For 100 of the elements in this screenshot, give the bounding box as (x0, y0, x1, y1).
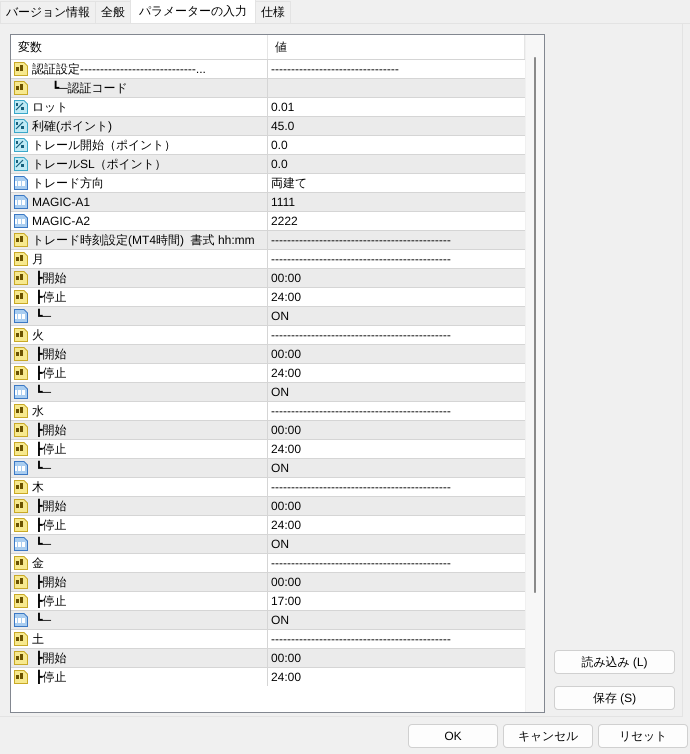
page-icon (13, 289, 29, 305)
parameter-value[interactable]: 00:00 (268, 649, 525, 667)
page-icon (13, 517, 29, 533)
parameter-name: MAGIC-A1 (32, 194, 90, 211)
tab[interactable]: バージョン情報 (0, 1, 96, 23)
parameter-value[interactable]: --------------------------------------------- (268, 630, 525, 648)
parameter-value[interactable]: 0.0 (268, 155, 525, 173)
parameter-name: ┗─ (34, 460, 52, 477)
parameter-name: MAGIC-A2 (32, 213, 90, 230)
parameter-value[interactable]: 2222 (268, 212, 525, 230)
parameter-name: トレード時刻設定(MT4時間) 書式 hh:mm (32, 232, 255, 249)
tab[interactable]: 仕様 (255, 1, 291, 23)
page-icon (13, 498, 29, 514)
page-icon (13, 251, 29, 267)
parameter-name: 火 (32, 327, 44, 344)
page-icon (13, 422, 29, 438)
parameter-value[interactable]: 24:00 (268, 668, 525, 686)
page-icon (13, 346, 29, 362)
parameter-value[interactable]: 24:00 (268, 516, 525, 534)
tab[interactable]: パラメーターの入力 (130, 0, 256, 23)
parameter-value[interactable]: ON (268, 611, 525, 629)
parameter-name: 金 (32, 555, 44, 572)
parameter-value[interactable]: 24:00 (268, 364, 525, 382)
parameter-name: ロット (32, 99, 68, 116)
parameter-name: トレールSL（ポイント） (32, 156, 167, 173)
page-icon (13, 365, 29, 381)
parameter-name: ┗─認証コード (51, 80, 128, 97)
page-icon (13, 593, 29, 609)
parameter-name: ┗─ (34, 612, 52, 629)
page-icon (13, 232, 29, 248)
page-icon (13, 80, 29, 96)
parameter-name: ┣停止 (34, 668, 67, 686)
page-icon (13, 403, 29, 419)
page-icon (13, 308, 29, 324)
parameter-value[interactable]: ON (268, 383, 525, 401)
parameter-name: ┣停止 (34, 288, 67, 306)
dialog-button[interactable]: 読み込み (L) (554, 650, 675, 674)
page-icon (13, 650, 29, 666)
parameter-value[interactable]: 0.0 (268, 136, 525, 154)
parameter-value[interactable]: 00:00 (268, 421, 525, 439)
parameter-value[interactable]: 24:00 (268, 440, 525, 458)
parameter-name: 木 (32, 479, 44, 496)
parameter-value[interactable]: 17:00 (268, 592, 525, 610)
parameter-name: ┗─ (34, 536, 52, 553)
parameter-value[interactable]: 00:00 (268, 269, 525, 287)
page-icon (13, 612, 29, 628)
parameter-name: ┣開始 (34, 650, 67, 667)
parameter-name: ┣停止 (34, 440, 67, 458)
parameter-value[interactable]: 0.01 (268, 98, 525, 116)
parameter-value[interactable]: ON (268, 307, 525, 325)
page-icon (13, 555, 29, 571)
page-icon (13, 118, 29, 134)
parameter-value[interactable]: --------------------------------------------- (268, 250, 525, 268)
page-icon (13, 61, 29, 77)
page-icon (13, 536, 29, 552)
page-icon (13, 441, 29, 457)
parameter-value[interactable]: --------------------------------------------- (268, 554, 525, 572)
parameter-name: ┣停止 (34, 516, 67, 534)
parameter-name: ┣開始 (34, 346, 67, 363)
parameter-name: 水 (32, 403, 44, 420)
parameter-value[interactable]: 00:00 (268, 345, 525, 363)
parameter-value[interactable]: -------------------------------- (268, 60, 525, 78)
scrollbar[interactable] (525, 35, 544, 712)
page-icon (13, 384, 29, 400)
parameter-value[interactable]: ON (268, 535, 525, 553)
page-icon (13, 631, 29, 647)
parameter-value[interactable]: 00:00 (268, 573, 525, 591)
parameter-value[interactable]: --------------------------------------------- (268, 231, 525, 249)
page-icon (13, 574, 29, 590)
parameter-value[interactable]: 24:00 (268, 288, 525, 306)
parameter-name: ┗─ (34, 384, 52, 401)
page-icon (13, 479, 29, 495)
parameter-value[interactable]: ON (268, 459, 525, 477)
parameter-name: ┣開始 (34, 270, 67, 287)
dialog-button[interactable]: キャンセル (503, 724, 593, 748)
parameter-name: 土 (32, 631, 44, 648)
page-icon (13, 669, 29, 685)
parameter-name: 認証設定-----------------------------... (32, 61, 206, 78)
parameter-name: 利確(ポイント) (32, 118, 112, 135)
parameter-name: ┣開始 (34, 498, 67, 515)
parameter-name: ┗─ (34, 308, 52, 325)
parameter-value[interactable]: --------------------------------------------- (268, 326, 525, 344)
parameter-name: 月 (32, 251, 44, 268)
parameter-value[interactable]: 00:00 (268, 497, 525, 515)
dialog-button[interactable]: OK (408, 724, 498, 748)
parameter-value[interactable]: 45.0 (268, 117, 525, 135)
dialog-button[interactable]: リセット (598, 724, 688, 748)
page-icon (13, 137, 29, 153)
page-icon (13, 270, 29, 286)
parameter-value[interactable]: --------------------------------------------- (268, 402, 525, 420)
dialog-button[interactable]: 保存 (S) (554, 686, 675, 710)
page-icon (13, 460, 29, 476)
page-icon (13, 156, 29, 172)
parameter-value[interactable]: 両建て (268, 174, 525, 192)
scroll-thumb[interactable] (534, 57, 536, 593)
parameter-value[interactable]: 1111 (268, 193, 525, 211)
parameter-value[interactable]: --------------------------------------------- (268, 478, 525, 496)
parameter-name: ┣開始 (34, 574, 67, 591)
parameter-name: ┣停止 (34, 592, 67, 610)
parameter-name: ┣停止 (34, 364, 67, 382)
